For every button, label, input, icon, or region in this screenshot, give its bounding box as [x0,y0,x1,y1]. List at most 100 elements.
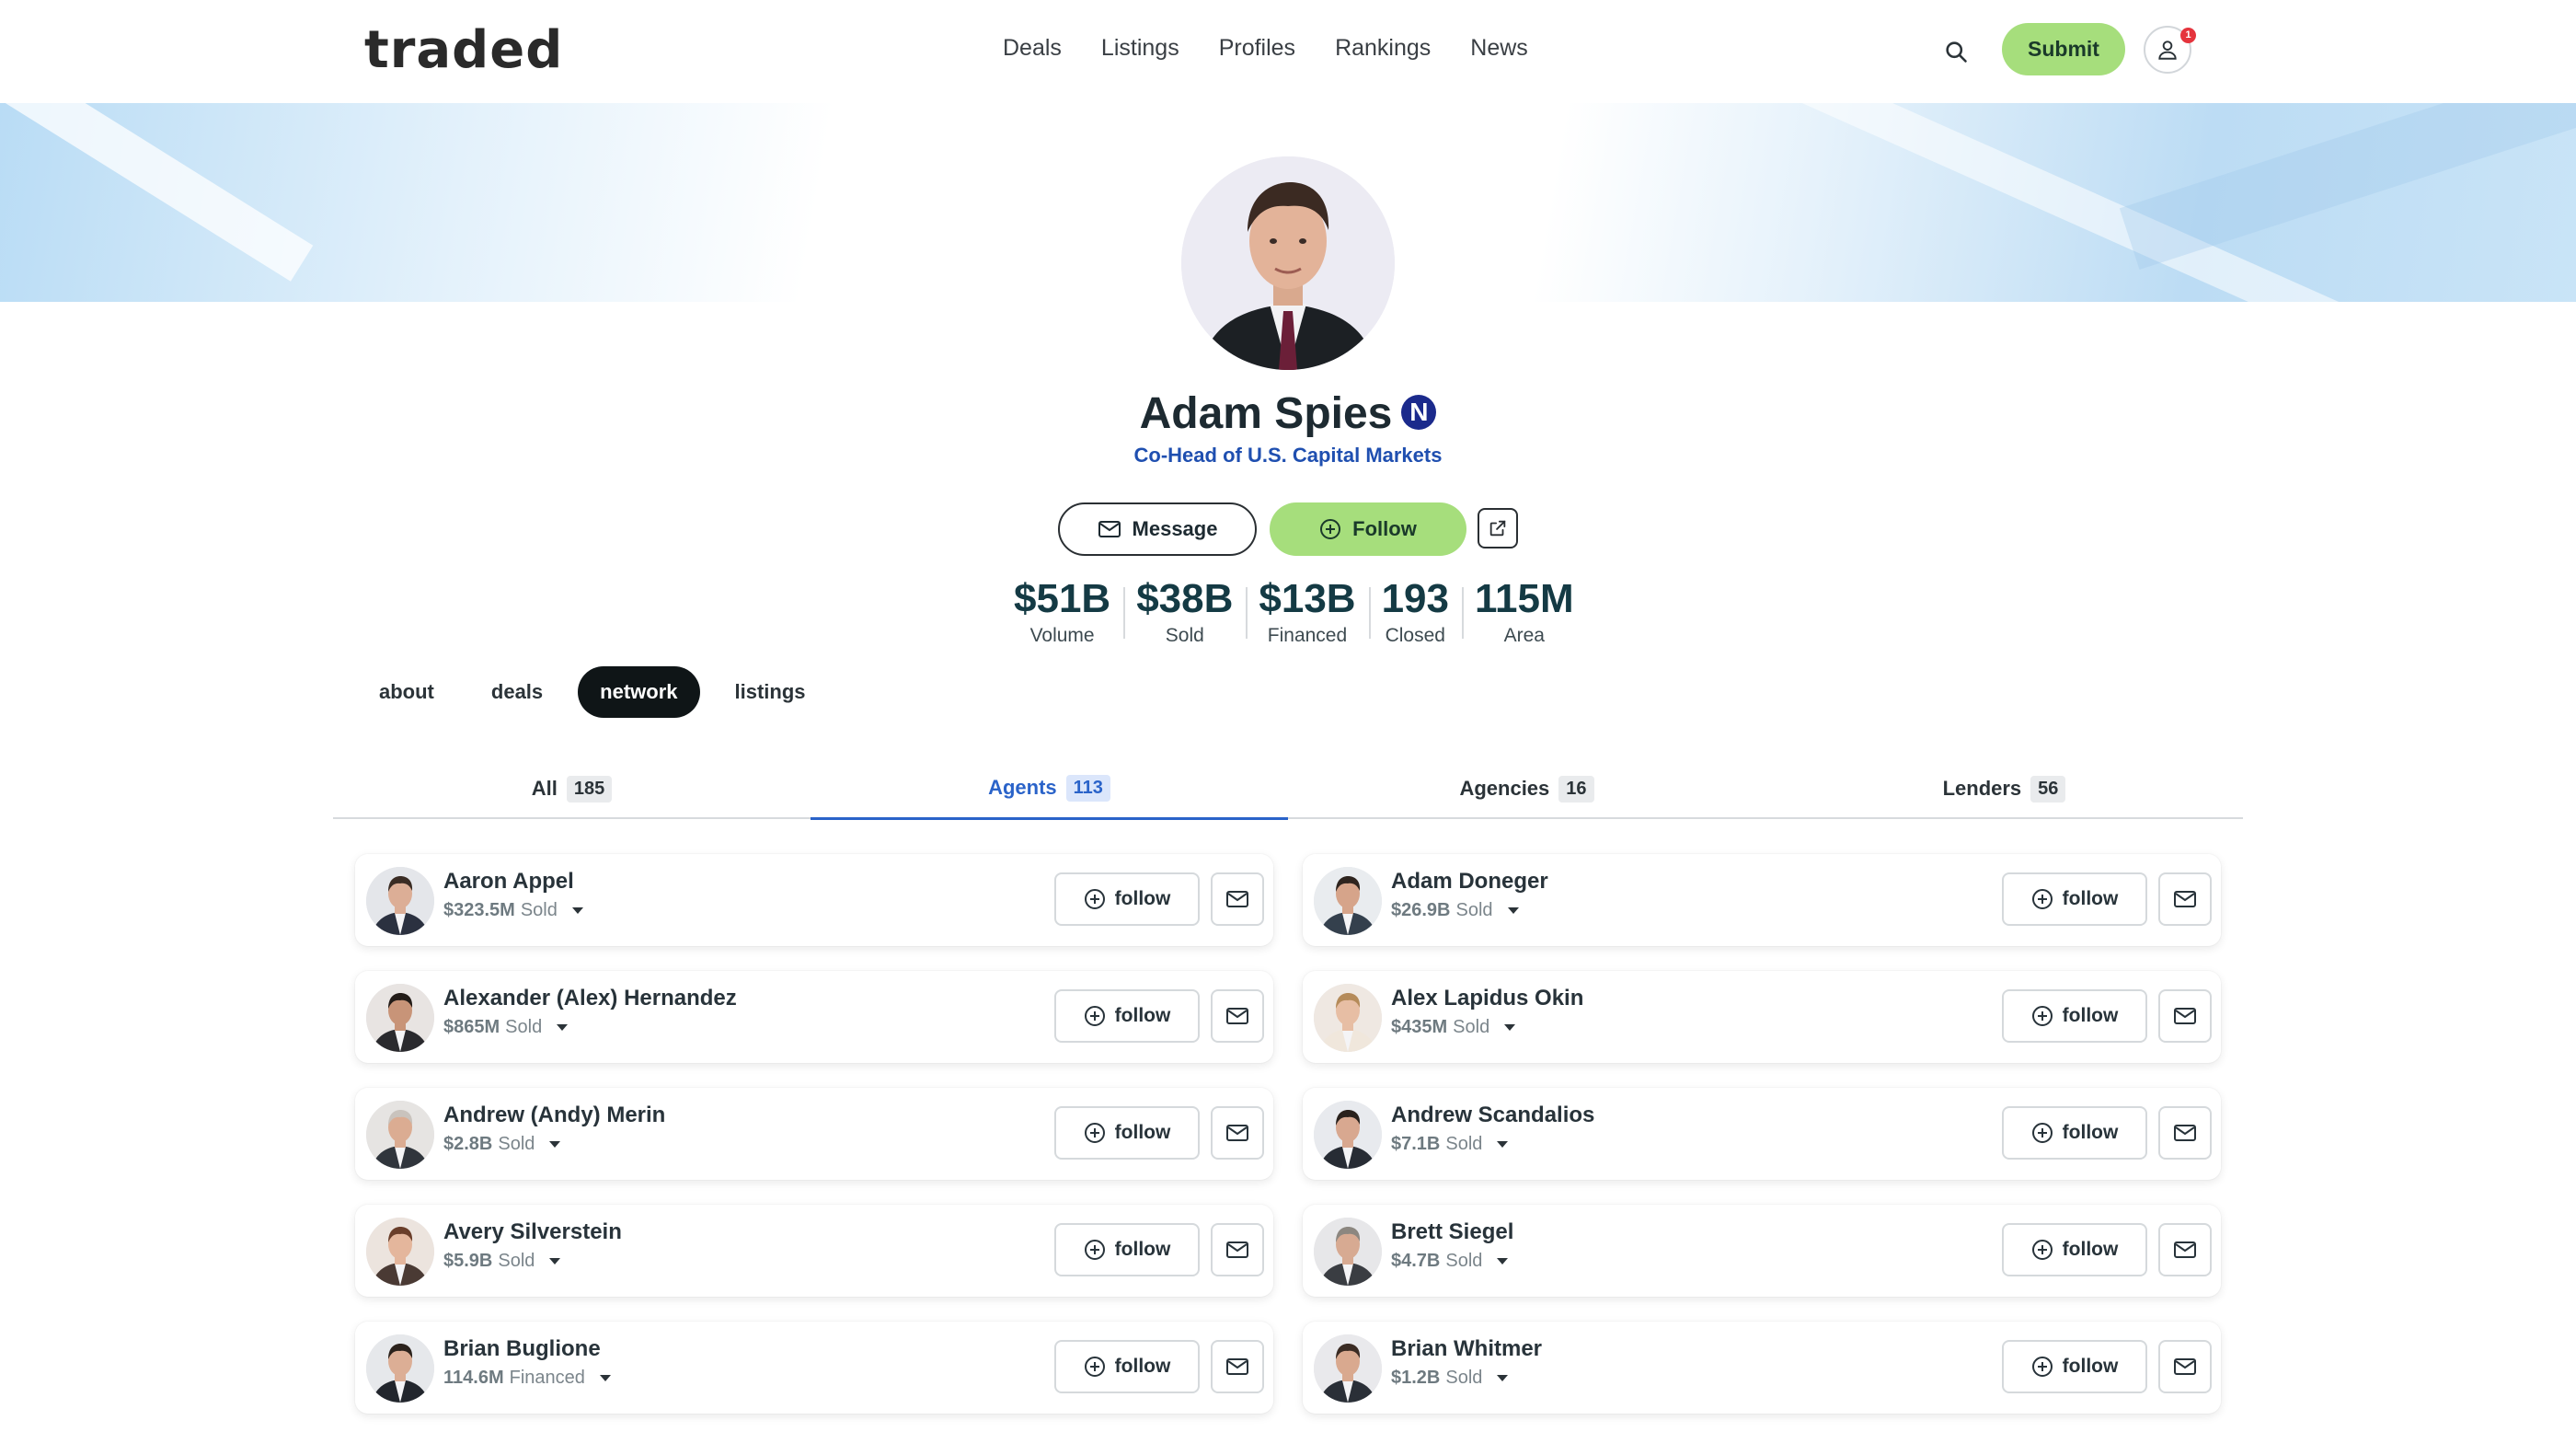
chevron-down-icon[interactable] [549,1258,561,1264]
logo[interactable]: traded [364,20,563,80]
agent-name[interactable]: Alexander (Alex) Hernandez [443,986,737,1011]
message-agent-button[interactable] [2158,872,2212,926]
follow-agent-button[interactable]: follow [1054,989,1200,1043]
chevron-down-icon[interactable] [557,1024,569,1031]
subtab-agents[interactable]: Agents 113 [811,758,1288,820]
message-agent-button[interactable] [1211,1223,1264,1276]
agent-card[interactable]: Brian Buglione 114.6M Financed follow [355,1322,1273,1414]
follow-agent-button[interactable]: follow [1054,1106,1200,1160]
tab-deals[interactable]: deals [469,666,565,718]
follow-agent-button[interactable]: follow [2002,872,2147,926]
tab-about[interactable]: about [357,666,456,718]
agent-name[interactable]: Brett Siegel [1391,1219,1513,1245]
agent-card[interactable]: Alexander (Alex) Hernandez $865M Sold fo… [355,971,1273,1063]
agent-card[interactable]: Aaron Appel $323.5M Sold follow [355,854,1273,946]
agent-stat[interactable]: $5.9B Sold [443,1251,561,1272]
chevron-down-icon[interactable] [1504,1024,1516,1031]
follow-agent-button[interactable]: follow [1054,872,1200,926]
agent-avatar[interactable] [366,1101,434,1169]
subtab-all[interactable]: All 185 [333,758,811,819]
agent-stat[interactable]: $865M Sold [443,1017,569,1038]
message-agent-button[interactable] [1211,872,1264,926]
agent-name[interactable]: Aaron Appel [443,869,574,895]
message-agent-button[interactable] [1211,1106,1264,1160]
submit-button[interactable]: Submit [2002,23,2125,75]
follow-agent-button[interactable]: follow [2002,1223,2147,1276]
tab-network[interactable]: network [578,666,700,718]
message-agent-button[interactable] [1211,1340,1264,1393]
agent-avatar[interactable] [366,984,434,1052]
agent-card[interactable]: Andrew Scandalios $7.1B Sold follow [1303,1088,2221,1180]
agent-card[interactable]: Adam Doneger $26.9B Sold follow [1303,854,2221,946]
plus-circle-icon [1084,1240,1105,1260]
agent-amount: $1.2B [1391,1368,1441,1388]
chevron-down-icon[interactable] [599,1375,611,1381]
nav-listings[interactable]: Listings [1101,31,1179,64]
search-icon[interactable] [1938,33,1974,70]
tab-listings[interactable]: listings [713,666,828,718]
message-agent-button[interactable] [2158,1223,2212,1276]
message-agent-button[interactable] [2158,1340,2212,1393]
agent-name[interactable]: Avery Silverstein [443,1219,622,1245]
follow-label: follow [2062,888,2119,909]
envelope-icon [1226,891,1248,907]
chevron-down-icon[interactable] [1507,907,1519,914]
agent-amount: $7.1B [1391,1134,1441,1154]
share-button[interactable] [1478,508,1518,549]
follow-agent-button[interactable]: follow [1054,1340,1200,1393]
nav-deals[interactable]: Deals [1003,31,1062,64]
profile-title[interactable]: Co-Head of U.S. Capital Markets [0,444,2576,468]
agent-name[interactable]: Brian Buglione [443,1336,601,1362]
message-agent-button[interactable] [1211,989,1264,1043]
chevron-down-icon[interactable] [1497,1375,1509,1381]
follow-agent-button[interactable]: follow [1054,1223,1200,1276]
company-badge-icon[interactable]: N [1401,395,1437,431]
message-agent-button[interactable] [2158,989,2212,1043]
agent-stat[interactable]: $1.2B Sold [1391,1368,1509,1389]
agent-stat[interactable]: $26.9B Sold [1391,900,1519,921]
agent-name[interactable]: Brian Whitmer [1391,1336,1542,1362]
agent-avatar[interactable] [1314,1101,1382,1169]
message-button[interactable]: Message [1058,502,1257,556]
chevron-down-icon[interactable] [571,907,583,914]
agent-stat[interactable]: $4.7B Sold [1391,1251,1509,1272]
agent-avatar[interactable] [1314,1334,1382,1403]
nav-profiles[interactable]: Profiles [1219,31,1295,64]
follow-agent-button[interactable]: follow [2002,1106,2147,1160]
agent-card[interactable]: Avery Silverstein $5.9B Sold follow [355,1205,1273,1297]
agent-card[interactable]: Alex Lapidus Okin $435M Sold follow [1303,971,2221,1063]
chevron-down-icon[interactable] [1497,1141,1509,1148]
agent-name[interactable]: Andrew (Andy) Merin [443,1103,665,1128]
nav-news[interactable]: News [1470,31,1528,64]
agent-name[interactable]: Andrew Scandalios [1391,1103,1594,1128]
agent-stat[interactable]: 114.6M Financed [443,1368,611,1389]
message-label: Message [1132,517,1218,540]
agent-stat[interactable]: $323.5M Sold [443,900,583,921]
agent-avatar[interactable] [1314,1218,1382,1286]
follow-button[interactable]: Follow [1270,502,1466,556]
agent-avatar[interactable] [1314,984,1382,1052]
agent-card[interactable]: Brian Whitmer $1.2B Sold follow [1303,1322,2221,1414]
agent-name[interactable]: Adam Doneger [1391,869,1548,895]
agent-name[interactable]: Alex Lapidus Okin [1391,986,1583,1011]
follow-agent-button[interactable]: follow [2002,1340,2147,1393]
agent-avatar[interactable] [366,1218,434,1286]
follow-agent-button[interactable]: follow [2002,989,2147,1043]
agent-avatar[interactable] [366,1334,434,1403]
agent-stat[interactable]: $2.8B Sold [443,1134,561,1155]
envelope-icon [1226,1241,1248,1258]
subtab-agencies[interactable]: Agencies 16 [1288,758,1765,819]
subtab-lenders[interactable]: Lenders 56 [1765,758,2243,819]
agent-avatar[interactable] [366,867,434,935]
nav-rankings[interactable]: Rankings [1335,31,1431,64]
chevron-down-icon[interactable] [1497,1258,1509,1264]
agent-stat[interactable]: $435M Sold [1391,1017,1516,1038]
chevron-down-icon[interactable] [549,1141,561,1148]
message-agent-button[interactable] [2158,1106,2212,1160]
agent-kind: Sold [505,1017,543,1037]
agent-stat[interactable]: $7.1B Sold [1391,1134,1509,1155]
agent-card[interactable]: Andrew (Andy) Merin $2.8B Sold follow [355,1088,1273,1180]
subtab-count: 113 [1065,774,1110,802]
agent-avatar[interactable] [1314,867,1382,935]
agent-card[interactable]: Brett Siegel $4.7B Sold follow [1303,1205,2221,1297]
